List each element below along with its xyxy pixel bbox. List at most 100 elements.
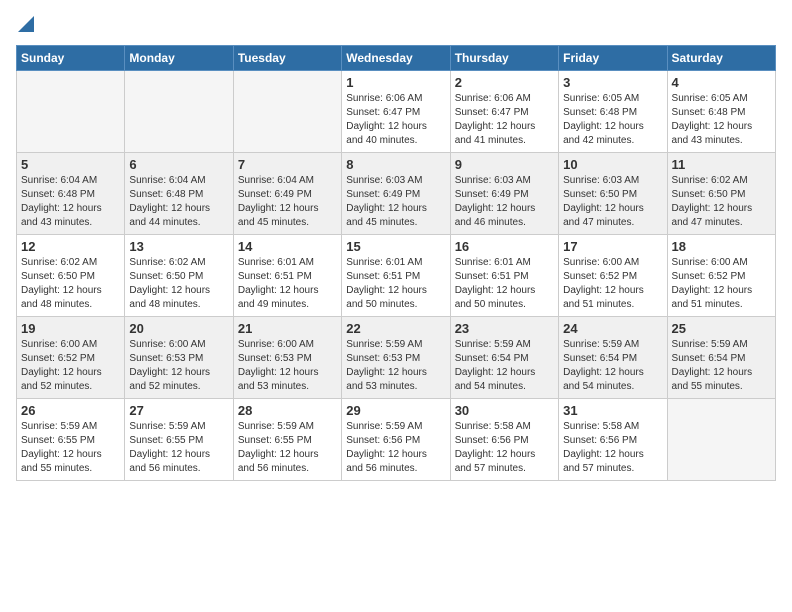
calendar-day-cell: 17Sunrise: 6:00 AMSunset: 6:52 PMDayligh… (559, 235, 667, 317)
day-info: Sunrise: 5:59 AMSunset: 6:54 PMDaylight:… (672, 338, 771, 394)
logo-icon (18, 16, 34, 37)
day-number: 13 (129, 239, 228, 254)
day-number: 3 (563, 75, 662, 90)
day-number: 4 (672, 75, 771, 90)
calendar-day-cell: 5Sunrise: 6:04 AMSunset: 6:48 PMDaylight… (17, 153, 125, 235)
day-info: Sunrise: 5:59 AMSunset: 6:55 PMDaylight:… (129, 420, 228, 476)
day-info: Sunrise: 6:00 AMSunset: 6:53 PMDaylight:… (129, 338, 228, 394)
calendar-day-cell: 31 Sunrise: 5:58 AMSunset: 6:56 PMDayligh… (559, 399, 667, 481)
day-number: 25 (672, 321, 771, 336)
day-info: Sunrise: 5:58 AMSunset: 6:56 PMDaylight:… (563, 420, 662, 476)
calendar-day-cell (667, 399, 775, 481)
calendar-day-cell: 14Sunrise: 6:01 AMSunset: 6:51 PMDayligh… (233, 235, 341, 317)
day-number: 2 (455, 75, 554, 90)
day-info: Sunrise: 6:03 AMSunset: 6:49 PMDaylight:… (346, 174, 445, 230)
day-info: Sunrise: 6:02 AMSunset: 6:50 PMDaylight:… (672, 174, 771, 230)
day-info: Sunrise: 6:05 AMSunset: 6:48 PMDaylight:… (672, 92, 771, 148)
day-number: 21 (238, 321, 337, 336)
day-info: Sunrise: 6:04 AMSunset: 6:49 PMDaylight:… (238, 174, 337, 230)
day-number: 16 (455, 239, 554, 254)
calendar-day-cell: 3 Sunrise: 6:05 AMSunset: 6:48 PMDaylight… (559, 71, 667, 153)
day-info: Sunrise: 6:03 AMSunset: 6:49 PMDaylight:… (455, 174, 554, 230)
day-info: Sunrise: 6:06 AMSunset: 6:47 PMDaylight:… (346, 92, 445, 148)
day-number: 30 (455, 403, 554, 418)
day-number: 27 (129, 403, 228, 418)
day-number: 5 (21, 157, 120, 172)
day-number: 29 (346, 403, 445, 418)
calendar-table: SundayMondayTuesdayWednesdayThursdayFrid… (16, 45, 776, 481)
calendar-day-cell: 28 Sunrise: 5:59 AMSunset: 6:55 PMDayligh… (233, 399, 341, 481)
calendar-day-cell: 12Sunrise: 6:02 AMSunset: 6:50 PMDayligh… (17, 235, 125, 317)
day-number: 28 (238, 403, 337, 418)
day-number: 15 (346, 239, 445, 254)
calendar-day-cell: 26 Sunrise: 5:59 AMSunset: 6:55 PMDayligh… (17, 399, 125, 481)
calendar-day-cell: 27 Sunrise: 5:59 AMSunset: 6:55 PMDayligh… (125, 399, 233, 481)
page-header (16, 16, 776, 37)
day-info: Sunrise: 6:02 AMSunset: 6:50 PMDaylight:… (21, 256, 120, 312)
calendar-day-cell: 10 Sunrise: 6:03 AMSunset: 6:50 PMDayligh… (559, 153, 667, 235)
calendar-day-cell: 23 Sunrise: 5:59 AMSunset: 6:54 PMDayligh… (450, 317, 558, 399)
day-number: 14 (238, 239, 337, 254)
calendar-day-cell: 19Sunrise: 6:00 AMSunset: 6:52 PMDayligh… (17, 317, 125, 399)
calendar-day-cell (17, 71, 125, 153)
day-info: Sunrise: 5:59 AMSunset: 6:53 PMDaylight:… (346, 338, 445, 394)
calendar-day-cell: 16 Sunrise: 6:01 AMSunset: 6:51 PMDayligh… (450, 235, 558, 317)
day-info: Sunrise: 6:05 AMSunset: 6:48 PMDaylight:… (563, 92, 662, 148)
calendar-day-cell: 15 Sunrise: 6:01 AMSunset: 6:51 PMDayligh… (342, 235, 450, 317)
day-number: 7 (238, 157, 337, 172)
weekday-header-thursday: Thursday (450, 46, 558, 71)
calendar-day-cell (125, 71, 233, 153)
day-info: Sunrise: 6:00 AMSunset: 6:52 PMDaylight:… (21, 338, 120, 394)
weekday-header-sunday: Sunday (17, 46, 125, 71)
calendar-day-cell: 25 Sunrise: 5:59 AMSunset: 6:54 PMDayligh… (667, 317, 775, 399)
calendar-day-cell: 11 Sunrise: 6:02 AMSunset: 6:50 PMDayligh… (667, 153, 775, 235)
calendar-day-cell: 7 Sunrise: 6:04 AMSunset: 6:49 PMDaylight… (233, 153, 341, 235)
logo (16, 16, 34, 37)
weekday-header-monday: Monday (125, 46, 233, 71)
calendar-day-cell: 29 Sunrise: 5:59 AMSunset: 6:56 PMDayligh… (342, 399, 450, 481)
day-number: 20 (129, 321, 228, 336)
day-number: 9 (455, 157, 554, 172)
day-info: Sunrise: 6:06 AMSunset: 6:47 PMDaylight:… (455, 92, 554, 148)
day-info: Sunrise: 6:02 AMSunset: 6:50 PMDaylight:… (129, 256, 228, 312)
day-number: 26 (21, 403, 120, 418)
day-number: 10 (563, 157, 662, 172)
day-info: Sunrise: 5:59 AMSunset: 6:55 PMDaylight:… (21, 420, 120, 476)
weekday-header-friday: Friday (559, 46, 667, 71)
weekday-header-tuesday: Tuesday (233, 46, 341, 71)
calendar-week-row: 5 Sunrise: 6:04 AMSunset: 6:48 PMDaylight… (17, 153, 776, 235)
day-number: 11 (672, 157, 771, 172)
calendar-day-cell: 18 Sunrise: 6:00 AMSunset: 6:52 PMDayligh… (667, 235, 775, 317)
day-info: Sunrise: 6:00 AMSunset: 6:52 PMDaylight:… (672, 256, 771, 312)
day-number: 31 (563, 403, 662, 418)
calendar-day-cell (233, 71, 341, 153)
calendar-week-row: 19Sunrise: 6:00 AMSunset: 6:52 PMDayligh… (17, 317, 776, 399)
calendar-day-cell: 20 Sunrise: 6:00 AMSunset: 6:53 PMDayligh… (125, 317, 233, 399)
calendar-day-cell: 22 Sunrise: 5:59 AMSunset: 6:53 PMDayligh… (342, 317, 450, 399)
calendar-day-cell: 24Sunrise: 5:59 AMSunset: 6:54 PMDayligh… (559, 317, 667, 399)
day-info: Sunrise: 5:59 AMSunset: 6:54 PMDaylight:… (455, 338, 554, 394)
day-info: Sunrise: 6:01 AMSunset: 6:51 PMDaylight:… (346, 256, 445, 312)
day-info: Sunrise: 5:59 AMSunset: 6:55 PMDaylight:… (238, 420, 337, 476)
day-info: Sunrise: 6:00 AMSunset: 6:53 PMDaylight:… (238, 338, 337, 394)
calendar-day-cell: 9 Sunrise: 6:03 AMSunset: 6:49 PMDaylight… (450, 153, 558, 235)
day-number: 23 (455, 321, 554, 336)
calendar-week-row: 26 Sunrise: 5:59 AMSunset: 6:55 PMDayligh… (17, 399, 776, 481)
calendar-day-cell: 21 Sunrise: 6:00 AMSunset: 6:53 PMDayligh… (233, 317, 341, 399)
calendar-day-cell: 4 Sunrise: 6:05 AMSunset: 6:48 PMDaylight… (667, 71, 775, 153)
calendar-day-cell: 13 Sunrise: 6:02 AMSunset: 6:50 PMDayligh… (125, 235, 233, 317)
day-number: 18 (672, 239, 771, 254)
calendar-day-cell: 30 Sunrise: 5:58 AMSunset: 6:56 PMDayligh… (450, 399, 558, 481)
day-info: Sunrise: 5:59 AMSunset: 6:56 PMDaylight:… (346, 420, 445, 476)
day-info: Sunrise: 6:04 AMSunset: 6:48 PMDaylight:… (129, 174, 228, 230)
day-info: Sunrise: 6:03 AMSunset: 6:50 PMDaylight:… (563, 174, 662, 230)
day-info: Sunrise: 5:59 AMSunset: 6:54 PMDaylight:… (563, 338, 662, 394)
day-number: 6 (129, 157, 228, 172)
day-number: 1 (346, 75, 445, 90)
weekday-header-saturday: Saturday (667, 46, 775, 71)
day-info: Sunrise: 5:58 AMSunset: 6:56 PMDaylight:… (455, 420, 554, 476)
calendar-day-cell: 6 Sunrise: 6:04 AMSunset: 6:48 PMDaylight… (125, 153, 233, 235)
day-info: Sunrise: 6:01 AMSunset: 6:51 PMDaylight:… (455, 256, 554, 312)
calendar-day-cell: 1 Sunrise: 6:06 AMSunset: 6:47 PMDaylight… (342, 71, 450, 153)
day-number: 22 (346, 321, 445, 336)
